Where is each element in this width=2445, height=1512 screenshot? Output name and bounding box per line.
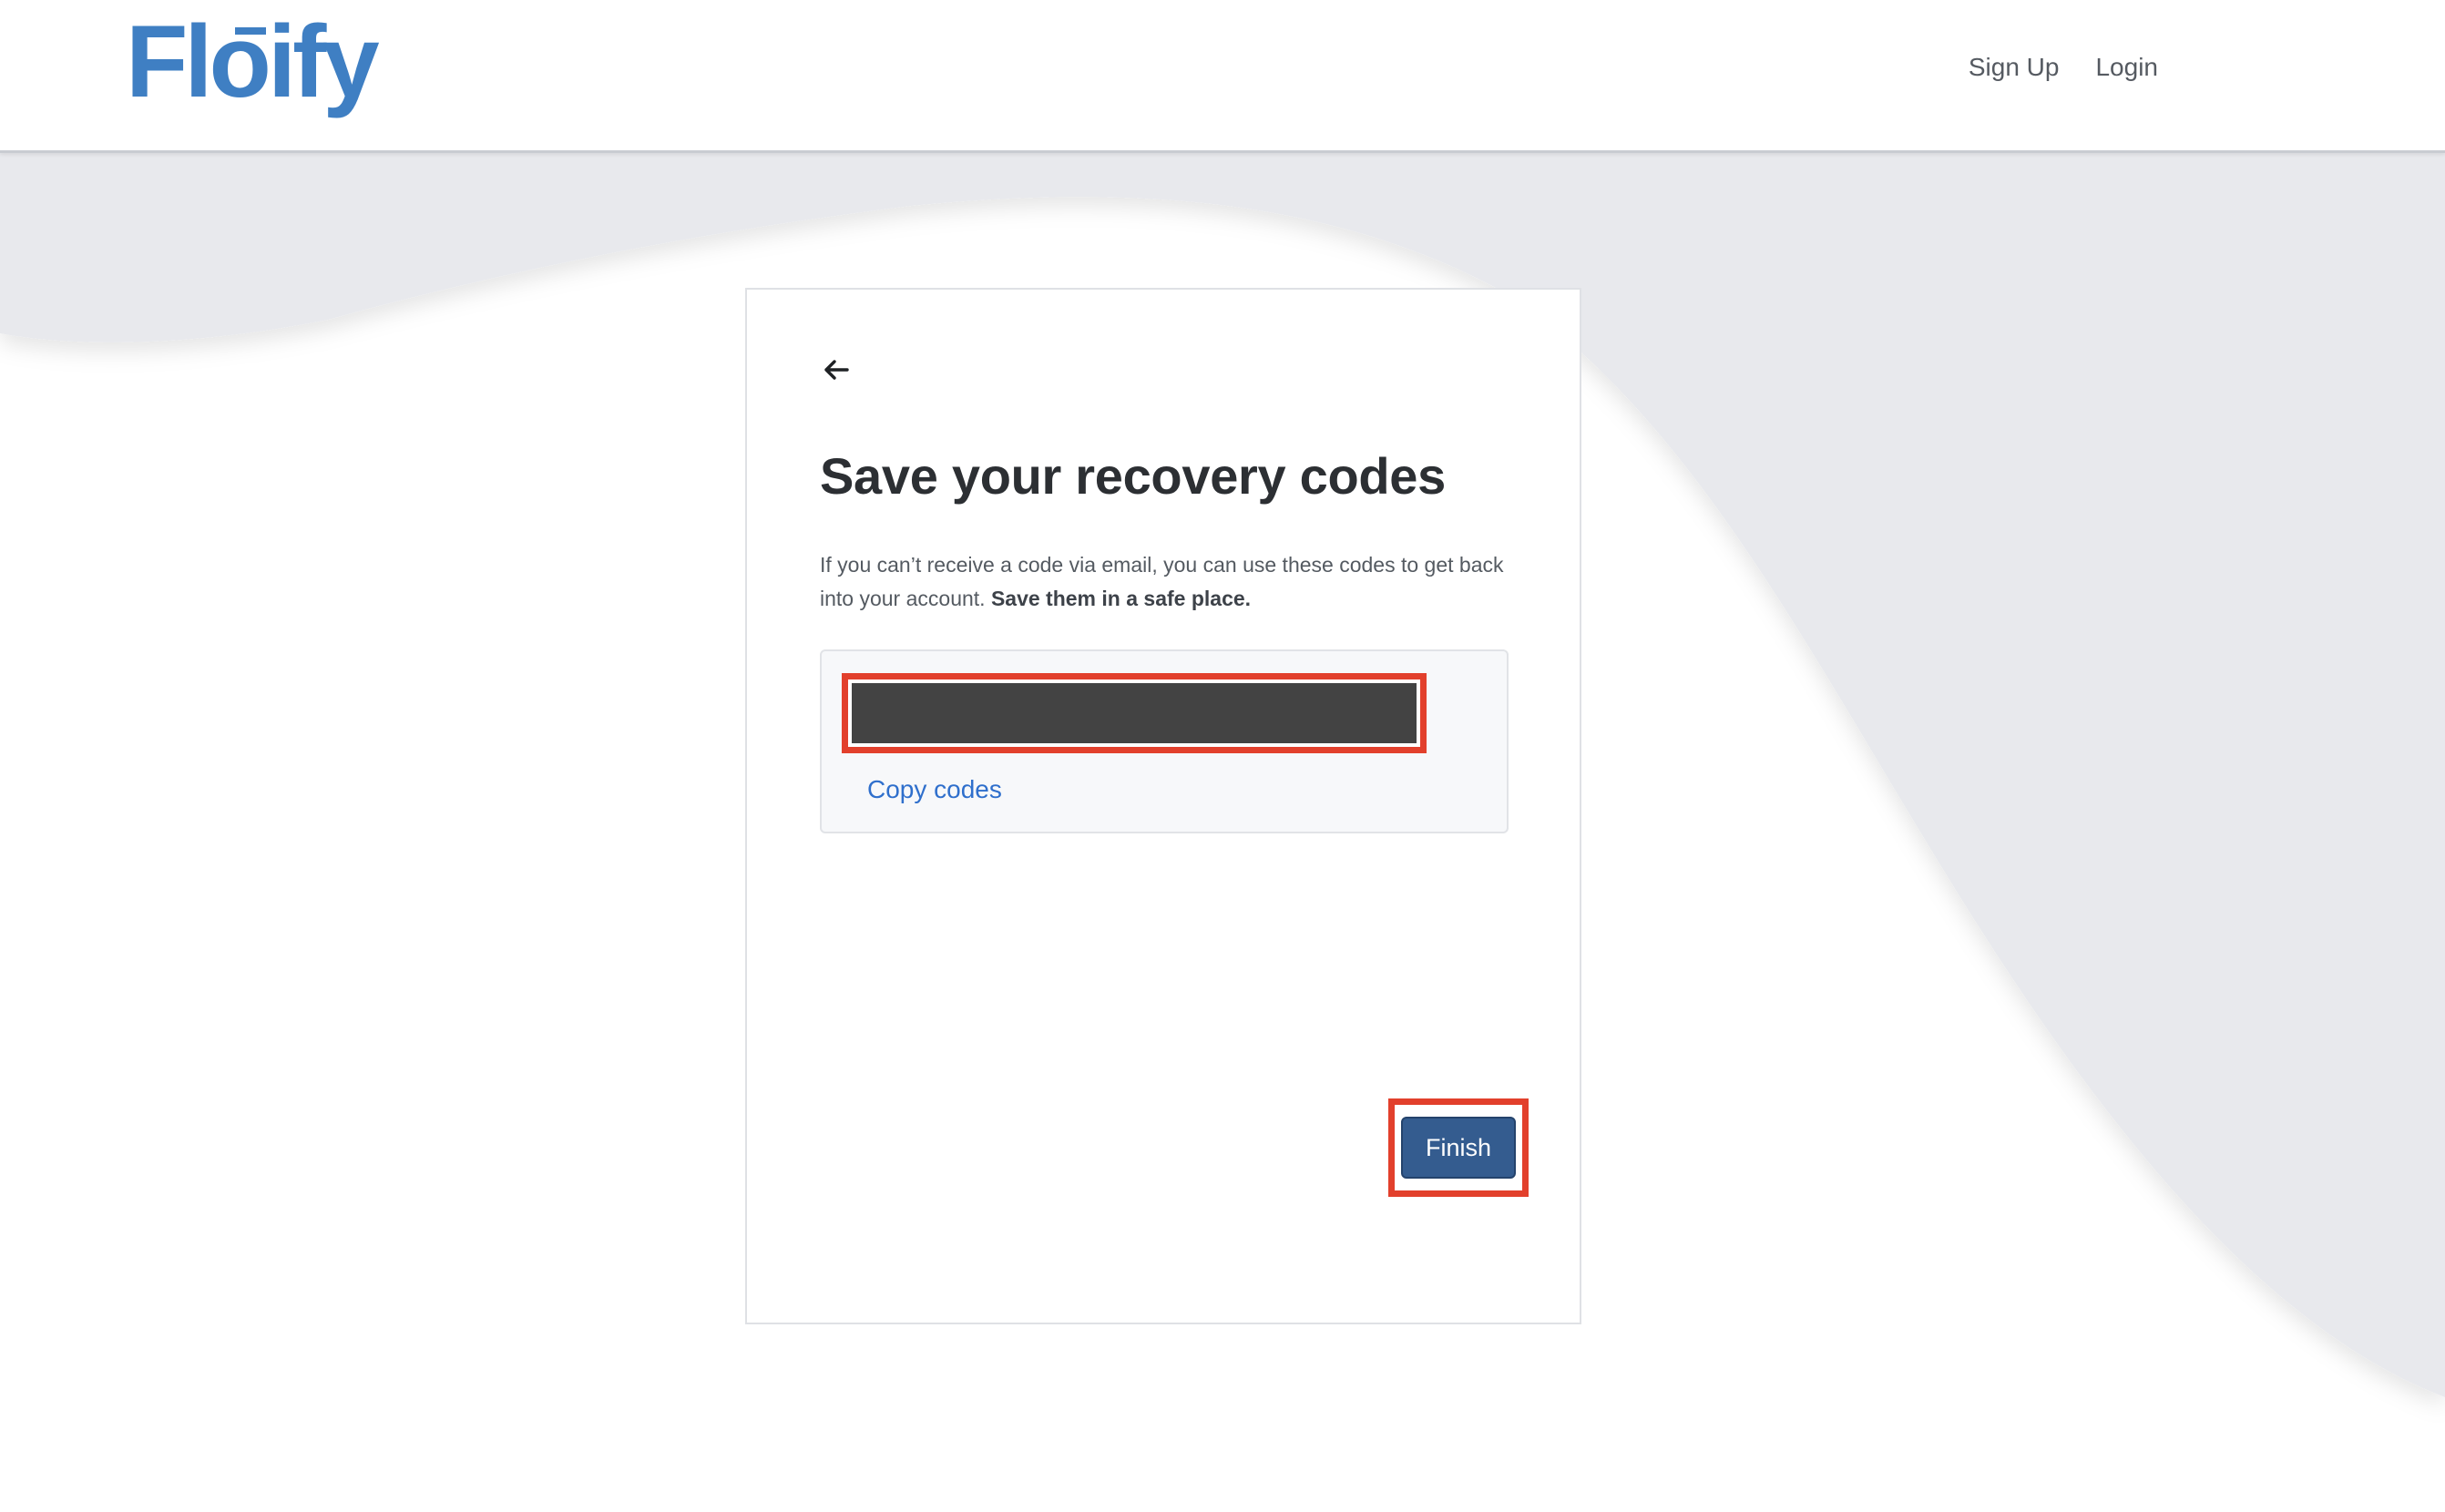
arrow-left-icon[interactable] <box>820 353 853 386</box>
page-title: Save your recovery codes <box>820 447 1446 505</box>
signup-link[interactable]: Sign Up <box>1969 53 2060 82</box>
recovery-codes-box: Copy codes <box>820 649 1509 833</box>
page: Floify Sign Up Login Save your recovery … <box>0 0 2445 1512</box>
description-emphasis: Save them in a safe place. <box>990 587 1252 610</box>
copy-codes-link[interactable]: Copy codes <box>867 775 1002 804</box>
logo-macron <box>235 27 266 35</box>
redacted-recovery-codes <box>852 683 1417 743</box>
finish-button-highlight: Finish <box>1388 1098 1529 1197</box>
top-header: Floify Sign Up Login <box>0 0 2445 153</box>
logo-text: Floify <box>126 7 379 118</box>
recovery-codes-highlight <box>842 673 1427 753</box>
login-link[interactable]: Login <box>2095 53 2158 82</box>
description-text: If you can’t receive a code via email, y… <box>820 548 1512 616</box>
recovery-codes-card: Save your recovery codes If you can’t re… <box>745 288 1581 1324</box>
header-nav: Sign Up Login <box>1969 53 2158 82</box>
finish-button[interactable]: Finish <box>1401 1117 1516 1179</box>
floify-logo[interactable]: Floify <box>124 7 388 126</box>
